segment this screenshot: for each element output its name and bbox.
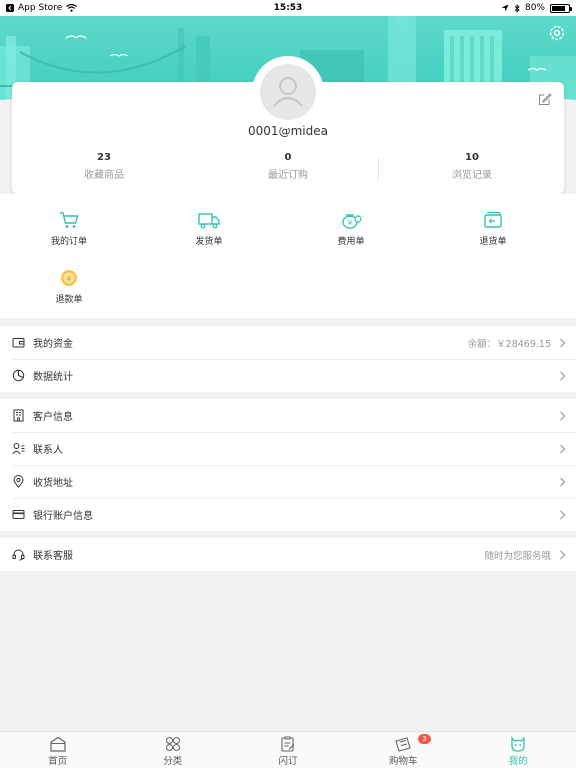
mine-icon <box>511 736 526 752</box>
chevron-right-icon <box>560 411 566 420</box>
battery-percent: 80% <box>524 3 545 13</box>
tab-label: 购物车 <box>388 756 418 767</box>
stat-recent-orders[interactable]: 0 最近订购 <box>196 152 380 181</box>
row-label: 联系客服 <box>33 551 73 562</box>
row-label: 联系人 <box>33 445 63 456</box>
svg-text:¥: ¥ <box>67 275 72 283</box>
stat-value: 0 <box>284 152 292 163</box>
status-bar: App Store 15:53 80% <box>0 0 576 16</box>
row-customer-info[interactable]: 客户信息 <box>0 399 576 432</box>
card-icon <box>12 510 25 519</box>
avatar[interactable] <box>252 56 324 128</box>
stat-divider <box>378 158 379 182</box>
row-customer-service[interactable]: 联系客服 随时为您服务哦 <box>0 538 576 571</box>
svg-text:¥: ¥ <box>348 219 353 227</box>
row-contacts[interactable]: 联系人 <box>0 432 576 465</box>
stat-label: 收藏商品 <box>84 170 124 181</box>
row-label: 我的资金 <box>33 339 73 350</box>
building-icon <box>13 409 24 422</box>
row-shipping-address[interactable]: 收货地址 <box>0 465 576 498</box>
battery-icon <box>550 3 572 13</box>
row-label: 客户信息 <box>33 412 73 423</box>
contact-icon <box>12 443 25 455</box>
cart-icon <box>60 212 79 228</box>
order-label: 退款单 <box>55 295 83 305</box>
chevron-right-icon <box>560 477 566 486</box>
order-label: 我的订单 <box>50 237 87 247</box>
row-my-funds[interactable]: 我的资金 余额：￥28469.15 <box>0 326 576 359</box>
stat-browse-history[interactable]: 10 浏览记录 <box>380 152 564 181</box>
edit-profile-icon[interactable] <box>538 92 552 106</box>
finance-group: 我的资金 余额：￥28469.15 数据统计 <box>0 326 576 392</box>
wifi-icon <box>66 4 78 12</box>
battery-fill <box>552 5 565 11</box>
bluetooth-icon <box>514 3 520 13</box>
order-fees[interactable]: ¥ 费用单 <box>306 210 396 247</box>
row-bank-account[interactable]: 银行账户信息 <box>0 498 576 531</box>
tab-label: 闪订 <box>278 756 298 767</box>
profile-stats: 23 收藏商品 0 最近订购 10 浏览记录 <box>12 152 564 181</box>
row-label: 收货地址 <box>33 478 73 489</box>
refund-coin-icon: ¥ <box>61 270 77 286</box>
return-box-icon <box>484 211 502 228</box>
order-shipping[interactable]: 发货单 <box>164 210 254 247</box>
order-label: 退货单 <box>479 237 507 247</box>
service-hint: 随时为您服务哦 <box>484 550 551 562</box>
back-app-label[interactable]: App Store <box>18 3 62 13</box>
stat-value: 23 <box>97 152 111 163</box>
back-arrow-icon[interactable] <box>6 4 14 12</box>
settings-gear-icon[interactable] <box>548 24 566 42</box>
category-icon <box>165 736 180 752</box>
customer-group: 客户信息 联系人 收货地址 银行账户信息 <box>0 399 576 531</box>
stat-label: 最近订购 <box>268 170 308 181</box>
tab-label: 分类 <box>163 756 183 767</box>
stat-label: 浏览记录 <box>452 170 492 181</box>
location-arrow-icon <box>501 4 509 12</box>
row-data-stats[interactable]: 数据统计 <box>0 359 576 392</box>
chevron-right-icon <box>560 371 566 380</box>
order-label: 费用单 <box>337 237 365 247</box>
quick-order-icon <box>281 736 295 752</box>
chevron-right-icon <box>560 338 566 347</box>
cart-badge: 3 <box>418 734 431 744</box>
shopping-cart-icon <box>395 737 411 752</box>
order-returns[interactable]: 退货单 <box>448 210 538 247</box>
chevron-right-icon <box>560 550 566 559</box>
tab-label: 首页 <box>48 756 68 767</box>
order-refunds[interactable]: ¥ 退款单 <box>24 268 114 305</box>
money-bag-icon: ¥ <box>342 214 362 229</box>
service-group: 联系客服 随时为您服务哦 <box>0 538 576 571</box>
truck-icon <box>198 213 220 229</box>
chevron-right-icon <box>560 444 566 453</box>
wallet-icon <box>12 338 25 348</box>
order-my-orders[interactable]: 我的订单 <box>24 210 114 247</box>
location-icon <box>13 475 24 488</box>
tab-cart[interactable]: 购物车 <box>346 732 461 768</box>
status-time: 15:53 <box>273 3 303 13</box>
headset-icon <box>12 549 25 561</box>
row-label: 银行账户信息 <box>33 511 93 522</box>
tab-mine[interactable]: 我的 <box>461 732 576 768</box>
balance-value: 余额：￥28469.15 <box>467 338 551 350</box>
stat-value: 10 <box>465 152 479 163</box>
tab-label: 我的 <box>508 756 528 767</box>
tab-quick-order[interactable]: 闪订 <box>230 732 345 768</box>
chevron-right-icon <box>560 510 566 519</box>
tab-category[interactable]: 分类 <box>115 732 230 768</box>
order-label: 发货单 <box>195 237 223 247</box>
pie-chart-icon <box>12 369 25 382</box>
bottom-tab-bar: 首页 分类 闪订 购物车 我的 3 <box>0 731 576 768</box>
stat-favorites[interactable]: 23 收藏商品 <box>12 152 196 181</box>
order-shortcuts: 我的订单 发货单 ¥ 费用单 退货单 ¥ 退款单 <box>0 194 576 318</box>
default-user-icon <box>273 77 303 107</box>
row-label: 数据统计 <box>33 372 73 383</box>
home-icon <box>49 736 66 752</box>
tab-home[interactable]: 首页 <box>0 732 115 768</box>
